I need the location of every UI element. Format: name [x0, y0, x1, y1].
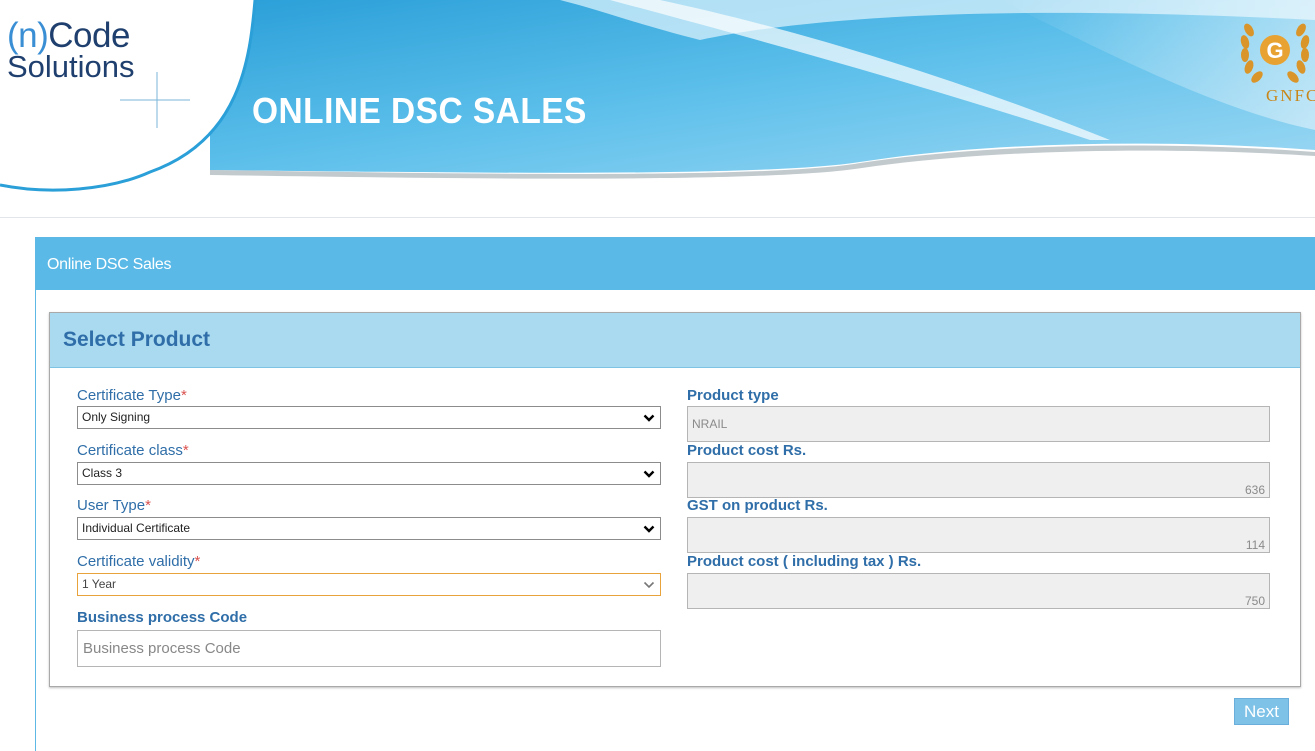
- logo-line-1: (n)Code: [7, 18, 135, 53]
- business-process-code-label: Business process Code: [77, 609, 248, 626]
- certificate-type-label: Certificate Type*: [77, 387, 187, 404]
- chevron-down-icon: [643, 414, 655, 422]
- product-cost-field: 636: [687, 462, 1270, 498]
- site-header: (n)Code Solutions ONLINE DSC SALES G GNF…: [0, 0, 1315, 218]
- product-cost-value: 636: [1244, 483, 1265, 497]
- chevron-down-icon: [643, 470, 655, 478]
- certificate-class-label-text: Certificate class: [77, 442, 183, 459]
- certificate-validity-label-text: Certificate validity: [77, 553, 195, 570]
- certificate-class-label: Certificate class*: [77, 442, 189, 459]
- certificate-validity-value: 1 Year: [82, 577, 117, 591]
- gst-on-product-field: 114: [687, 517, 1270, 553]
- product-type-field: NRAIL: [687, 406, 1270, 442]
- required-asterisk: *: [182, 442, 189, 459]
- select-product-heading: Select Product: [50, 313, 1300, 368]
- certificate-class-value: Class 3: [82, 466, 123, 480]
- gnfc-logo-letter: G: [1266, 38, 1283, 63]
- user-type-label-text: User Type: [77, 497, 146, 514]
- chevron-down-icon: [643, 581, 655, 589]
- panel-heading: Online DSC Sales: [36, 238, 1315, 290]
- required-asterisk: *: [180, 387, 187, 404]
- logo-line-2: Solutions: [7, 49, 135, 84]
- select-product-section: Select Product Certificate Type* Only Si…: [49, 312, 1301, 687]
- certificate-type-select[interactable]: Only Signing: [77, 406, 661, 429]
- certificate-validity-label: Certificate validity*: [77, 553, 200, 570]
- user-type-label: User Type*: [77, 497, 151, 514]
- certificate-type-label-text: Certificate Type: [77, 387, 181, 404]
- gst-on-product-value: 114: [1245, 538, 1265, 552]
- product-cost-incl-tax-label: Product cost ( including tax ) Rs.: [687, 553, 922, 570]
- business-process-code-placeholder: Business process Code: [83, 640, 241, 657]
- product-cost-label: Product cost Rs.: [687, 442, 807, 459]
- header-banner-graphic: [0, 0, 1315, 192]
- chevron-down-icon: [643, 525, 655, 533]
- gnfc-laurel-logo: G: [1240, 23, 1310, 83]
- product-cost-incl-tax-field: 750: [687, 573, 1270, 609]
- required-asterisk: *: [145, 497, 151, 514]
- user-type-value: Individual Certificate: [82, 521, 191, 535]
- ncode-logo: (n)Code Solutions: [7, 18, 135, 82]
- online-dsc-sales-panel: Online DSC Sales Select Product Certific…: [35, 237, 1315, 751]
- product-type-value: NRAIL: [692, 417, 728, 431]
- product-cost-incl-tax-value: 750: [1244, 594, 1265, 608]
- gnfc-logo-text: GNFC: [1266, 86, 1315, 105]
- business-process-code-input[interactable]: Business process Code: [77, 630, 661, 667]
- certificate-validity-select[interactable]: 1 Year: [77, 573, 661, 596]
- site-title: ONLINE DSC SALES: [252, 90, 587, 131]
- product-type-label: Product type: [687, 387, 779, 404]
- gst-on-product-label: GST on product Rs.: [687, 497, 828, 514]
- certificate-type-value: Only Signing: [82, 410, 151, 424]
- next-button[interactable]: Next: [1234, 698, 1289, 725]
- user-type-select[interactable]: Individual Certificate: [77, 517, 661, 540]
- certificate-class-select[interactable]: Class 3: [77, 462, 661, 485]
- required-asterisk: *: [194, 553, 201, 570]
